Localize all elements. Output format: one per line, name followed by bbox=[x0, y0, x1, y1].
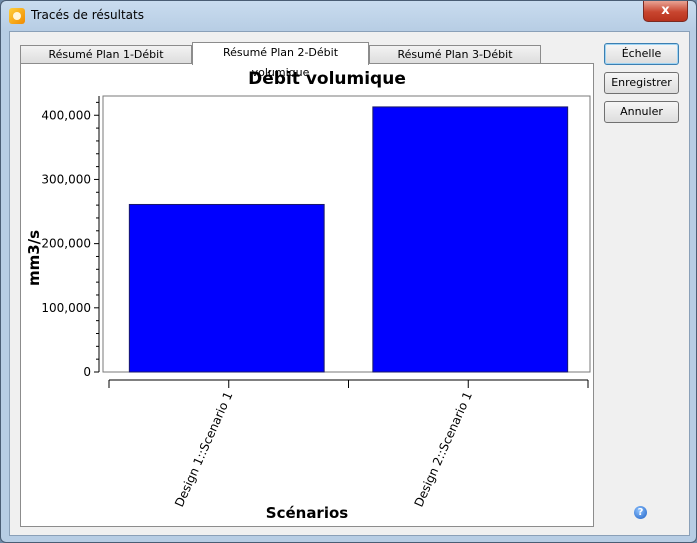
bar bbox=[128, 203, 325, 373]
cancel-button[interactable]: Annuler bbox=[604, 101, 679, 123]
scale-button[interactable]: Échelle bbox=[604, 43, 679, 65]
window-title: Tracés de résultats bbox=[31, 8, 144, 22]
close-button[interactable]: x bbox=[643, 1, 688, 22]
x-tick-label: Design 1::Scenario 1 bbox=[172, 390, 235, 510]
help-icon[interactable]: ? bbox=[634, 506, 647, 519]
dialog-client-area: Résumé Plan 1-Débit volumique Résumé Pla… bbox=[9, 31, 690, 536]
y-tick-label: 400,000 bbox=[41, 108, 91, 122]
y-tick-label: 300,000 bbox=[41, 172, 91, 186]
app-icon bbox=[9, 8, 25, 24]
y-axis-label: mm3/s bbox=[25, 230, 43, 286]
x-tick-label: Design 2::Scenario 1 bbox=[412, 390, 475, 510]
y-tick-label: 200,000 bbox=[41, 237, 91, 251]
bar bbox=[372, 106, 569, 373]
save-button[interactable]: Enregistrer bbox=[604, 72, 679, 94]
tab-plan-1[interactable]: Résumé Plan 1-Débit volumique bbox=[20, 45, 192, 79]
results-plot-window: Tracés de résultats x Résumé Plan 1-Débi… bbox=[0, 0, 697, 543]
bar-chart: Débit volumique Scénarios mm3/s 0100,000… bbox=[25, 69, 591, 522]
tab-plan-2[interactable]: Résumé Plan 2-Débit volumique bbox=[192, 42, 369, 79]
tab-plan-3[interactable]: Résumé Plan 3-Débit volumique bbox=[369, 45, 541, 79]
y-tick-label: 100,000 bbox=[41, 301, 91, 315]
chart-panel: Débit volumique Scénarios mm3/s 0 100,000… bbox=[20, 63, 594, 527]
y-tick-label: 0 bbox=[83, 365, 91, 379]
title-bar: Tracés de résultats x bbox=[1, 1, 696, 31]
x-axis-label: Scénarios bbox=[266, 504, 349, 522]
